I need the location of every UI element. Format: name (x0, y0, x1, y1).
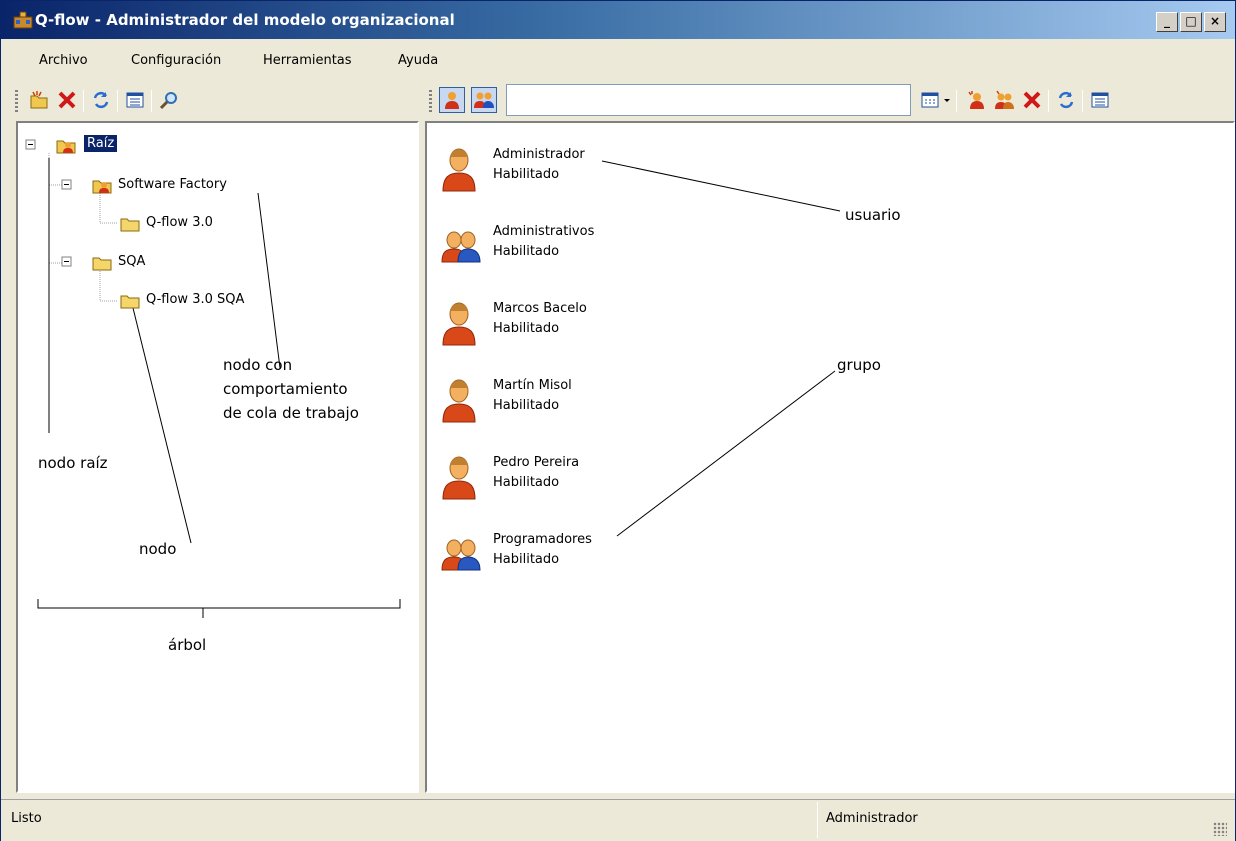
status-bar: Listo Administrador (1, 799, 1235, 841)
item-status: Habilitado (493, 398, 560, 413)
list-item[interactable]: Programadores Habilitado (441, 528, 741, 588)
queue-node-icon (92, 180, 112, 194)
menu-configuracion[interactable]: Configuración (131, 53, 221, 68)
tree-node-qflow-30[interactable]: Q-flow 3.0 (146, 215, 213, 230)
toolbar-separator (83, 90, 84, 112)
item-name: Pedro Pereira (493, 455, 580, 470)
tree-node-raiz[interactable]: Raíz (84, 135, 118, 152)
user-icon (445, 92, 459, 109)
item-name: Administrativos (493, 224, 595, 239)
annotation-queue-line1: nodo con (223, 356, 293, 374)
annotation-queue-line2: comportamiento (223, 380, 348, 398)
list-item[interactable]: Administrativos Habilitado (441, 220, 741, 280)
application-window: Q-flow - Administrador del modelo organi… (0, 0, 1236, 841)
list-actions-toolbar (916, 84, 1235, 116)
item-status: Habilitado (493, 475, 560, 490)
list-item[interactable]: Martín Misol Habilitado (441, 374, 741, 434)
annotation-node: nodo (139, 540, 177, 558)
status-separator (817, 802, 818, 838)
delete-icon[interactable] (57, 90, 77, 110)
annotation-queue-line3: de cola de trabajo (223, 404, 359, 422)
menu-bar: Archivo Configuración Herramientas Ayuda (1, 46, 1235, 76)
annotation-tree: árbol (168, 636, 207, 654)
resize-grip[interactable] (1213, 822, 1227, 836)
groups-filter-button[interactable] (471, 87, 497, 113)
folder-icon (92, 257, 112, 271)
status-user: Administrador (826, 811, 918, 826)
users-filter-button[interactable] (439, 87, 465, 113)
app-icon (13, 11, 33, 29)
menu-ayuda[interactable]: Ayuda (398, 53, 438, 68)
item-status: Habilitado (493, 167, 560, 182)
view-icon[interactable] (920, 90, 940, 110)
maximize-button[interactable]: □ (1180, 12, 1202, 32)
item-status: Habilitado (493, 321, 560, 336)
user-icon (442, 379, 476, 423)
title-bar[interactable]: Q-flow - Administrador del modelo organi… (1, 1, 1235, 39)
user-icon (442, 456, 476, 500)
delete-icon[interactable] (1022, 90, 1042, 110)
organization-tree[interactable]: Raíz Software Factory Q-flow 3.0 SQA Q-f… (16, 121, 419, 793)
item-name: Marcos Bacelo (493, 301, 587, 316)
list-item[interactable]: Marcos Bacelo Habilitado (441, 297, 741, 357)
user-icon (442, 148, 476, 192)
toolbar-separator (151, 90, 152, 112)
folder-icon (120, 218, 140, 232)
item-name: Administrador (493, 147, 585, 162)
status-text: Listo (11, 811, 42, 826)
item-name: Programadores (493, 532, 592, 547)
group-icon (441, 539, 481, 571)
root-node-icon (56, 140, 76, 154)
toolbar-separator (1082, 90, 1083, 112)
window-title: Q-flow - Administrador del modelo organi… (35, 11, 455, 29)
chevron-down-icon[interactable] (942, 90, 952, 110)
toolbar-separator (117, 90, 118, 112)
item-status: Habilitado (493, 552, 560, 567)
group-icon (474, 92, 494, 108)
user-icon (442, 302, 476, 346)
item-status: Habilitado (493, 244, 560, 259)
new-user-icon[interactable] (966, 90, 986, 110)
annotation-user: usuario (845, 206, 901, 224)
list-item[interactable]: Administrador Habilitado (441, 143, 741, 203)
tree-toolbar (11, 84, 416, 116)
toolbar-separator (1048, 90, 1049, 112)
tree-node-software-factory[interactable]: Software Factory (118, 177, 227, 192)
properties-icon[interactable] (125, 90, 145, 110)
new-node-icon[interactable] (29, 90, 49, 110)
refresh-icon[interactable] (1056, 90, 1076, 110)
tree-node-qflow-30-sqa[interactable]: Q-flow 3.0 SQA (146, 292, 244, 307)
search-icon[interactable] (159, 90, 179, 110)
toolbar-grip[interactable] (429, 90, 432, 112)
members-list[interactable]: usuario grupo Administrador Habilitado A… (425, 121, 1235, 793)
close-button[interactable]: × (1204, 12, 1226, 32)
group-icon (441, 231, 481, 263)
refresh-icon[interactable] (91, 90, 111, 110)
filter-input[interactable] (506, 84, 911, 116)
properties-icon[interactable] (1090, 90, 1110, 110)
item-name: Martín Misol (493, 378, 572, 393)
menu-herramientas[interactable]: Herramientas (263, 53, 352, 68)
toolbar-grip[interactable] (15, 90, 18, 112)
minimize-button[interactable]: _ (1156, 12, 1178, 32)
menu-archivo[interactable]: Archivo (39, 53, 88, 68)
annotation-root-node: nodo raíz (38, 454, 108, 472)
new-group-icon[interactable] (994, 90, 1014, 110)
list-item[interactable]: Pedro Pereira Habilitado (441, 451, 741, 511)
toolbar-separator (956, 90, 957, 112)
tree-node-sqa[interactable]: SQA (118, 254, 145, 269)
folder-icon (120, 295, 140, 309)
annotation-group: grupo (837, 356, 881, 374)
